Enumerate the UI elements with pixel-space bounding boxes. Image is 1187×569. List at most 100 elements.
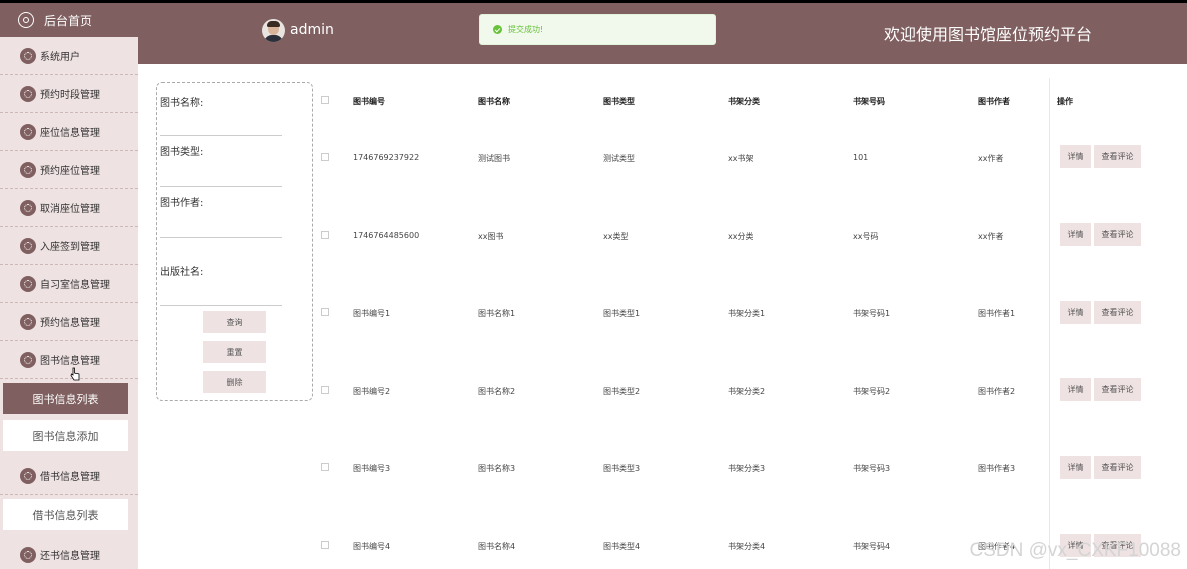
- row-checkbox[interactable]: [321, 386, 329, 394]
- row-checkbox[interactable]: [321, 231, 329, 239]
- cell-shelf-number: 书架号码2: [853, 387, 891, 396]
- username[interactable]: admin: [290, 22, 334, 38]
- sidebar-item-label: 座位信息管理: [40, 128, 100, 139]
- sidebar-sub-borrow-list[interactable]: 借书信息列表: [3, 499, 128, 530]
- sidebar-item-seat-info[interactable]: 座位信息管理: [0, 113, 138, 151]
- detail-button[interactable]: 详情: [1060, 145, 1091, 168]
- book-name-label: 图书名称:: [160, 98, 204, 109]
- book-author-label: 图书作者:: [160, 198, 204, 209]
- success-toast: 提交成功!: [479, 14, 716, 45]
- cell-shelf-category: xx分类: [728, 232, 754, 241]
- sidebar-item-checkin[interactable]: 入座签到管理: [0, 227, 138, 265]
- sidebar-item-label: 借书信息管理: [40, 472, 100, 483]
- book-table: 图书编号 图书名称 图书类型 书架分类 书架号码 图书作者 操作 1746769…: [313, 64, 1187, 569]
- cell-book-type: 图书类型4: [603, 542, 641, 551]
- menu-icon: [20, 47, 36, 64]
- sidebar-item-return[interactable]: 还书信息管理: [0, 536, 138, 569]
- cell-book-name: xx图书: [478, 232, 504, 241]
- row-checkbox[interactable]: [321, 153, 329, 161]
- book-author-input[interactable]: [160, 237, 282, 238]
- menu-icon: [20, 237, 36, 254]
- header-book-name: 图书名称: [478, 97, 510, 106]
- reset-button[interactable]: 重置: [203, 341, 266, 363]
- header-book-id: 图书编号: [353, 97, 385, 106]
- sidebar-item-borrow[interactable]: 借书信息管理: [0, 457, 138, 495]
- cell-book-type: xx类型: [603, 232, 629, 241]
- cell-shelf-category: 书架分类3: [728, 464, 766, 473]
- publisher-label: 出版社名:: [160, 267, 204, 278]
- sidebar-item-label: 预约座位管理: [40, 166, 100, 177]
- row-checkbox[interactable]: [321, 463, 329, 471]
- menu-icon: [20, 161, 36, 178]
- view-comments-button[interactable]: 查看评论: [1094, 456, 1141, 479]
- cell-shelf-category: 书架分类2: [728, 387, 766, 396]
- detail-button[interactable]: 详情: [1060, 378, 1091, 401]
- sidebar-item-label: 入座签到管理: [40, 242, 100, 253]
- cell-author: xx作者: [978, 232, 1004, 241]
- publisher-input[interactable]: [160, 305, 282, 306]
- cell-book-id: 1746764485600: [353, 231, 420, 240]
- search-panel: 图书名称: 图书类型: 图书作者: 出版社名: 查询 重置 删除: [156, 82, 313, 401]
- sidebar: 后台首页 系统用户 预约时段管理 座位信息管理 预约座位管理 取消座位管理 入座…: [0, 3, 138, 569]
- sidebar-sub-book-add[interactable]: 图书信息添加: [3, 420, 128, 451]
- header: admin 提交成功! 欢迎使用图书馆座位预约平台: [138, 3, 1187, 64]
- cell-shelf-number: 书架号码3: [853, 464, 891, 473]
- sidebar-item-book-info[interactable]: 图书信息管理: [0, 341, 138, 379]
- delete-button[interactable]: 删除: [203, 371, 266, 393]
- header-author: 图书作者: [978, 97, 1010, 106]
- sidebar-item-label: 取消座位管理: [40, 204, 100, 215]
- cell-shelf-category: 书架分类1: [728, 309, 766, 318]
- cell-book-name: 图书名称3: [478, 464, 516, 473]
- sidebar-item-seat-booking[interactable]: 预约座位管理: [0, 151, 138, 189]
- menu-icon: [20, 546, 36, 563]
- view-comments-button[interactable]: 查看评论: [1094, 145, 1141, 168]
- sidebar-item-label: 图书信息管理: [40, 356, 100, 367]
- hand-cursor-icon: [70, 367, 80, 381]
- detail-button[interactable]: 详情: [1060, 301, 1091, 324]
- menu-icon: [20, 199, 36, 216]
- sidebar-item-time-slots[interactable]: 预约时段管理: [0, 75, 138, 113]
- sidebar-item-study-room[interactable]: 自习室信息管理: [0, 265, 138, 303]
- cell-book-type: 图书类型2: [603, 387, 641, 396]
- cell-book-name: 图书名称2: [478, 387, 516, 396]
- menu-icon: [20, 85, 36, 102]
- sidebar-sub-book-list[interactable]: 图书信息列表: [3, 383, 128, 414]
- cell-shelf-category: xx书架: [728, 154, 754, 163]
- book-type-input[interactable]: [160, 186, 282, 187]
- sidebar-home[interactable]: 后台首页: [0, 3, 138, 37]
- cell-book-name: 图书名称4: [478, 542, 516, 551]
- avatar[interactable]: [262, 19, 285, 42]
- detail-button[interactable]: 详情: [1060, 223, 1091, 246]
- book-name-input[interactable]: [160, 135, 282, 136]
- sidebar-item-seat-cancel[interactable]: 取消座位管理: [0, 189, 138, 227]
- sidebar-item-label: 系统用户: [40, 52, 80, 63]
- sidebar-item-system-users[interactable]: 系统用户: [0, 37, 138, 75]
- menu-icon: [20, 313, 36, 330]
- detail-button[interactable]: 详情: [1060, 456, 1091, 479]
- select-all-checkbox[interactable]: [321, 96, 329, 104]
- view-comments-button[interactable]: 查看评论: [1094, 378, 1141, 401]
- home-icon: [18, 12, 34, 28]
- view-comments-button[interactable]: 查看评论: [1094, 223, 1141, 246]
- cell-book-type: 图书类型1: [603, 309, 641, 318]
- sidebar-item-label: 还书信息管理: [40, 551, 100, 562]
- watermark: CSDN @vx_CXKF10088: [969, 540, 1181, 561]
- view-comments-button[interactable]: 查看评论: [1094, 301, 1141, 324]
- cell-book-type: 图书类型3: [603, 464, 641, 473]
- cell-shelf-number: 书架号码1: [853, 309, 891, 318]
- query-button[interactable]: 查询: [203, 311, 266, 333]
- menu-icon: [20, 467, 36, 484]
- cell-book-name: 测试图书: [478, 154, 510, 163]
- cell-book-type: 测试类型: [603, 154, 635, 163]
- sidebar-item-label: 自习室信息管理: [40, 280, 110, 291]
- sidebar-home-label: 后台首页: [44, 13, 93, 28]
- row-checkbox[interactable]: [321, 541, 329, 549]
- cell-book-id: 图书编号3: [353, 464, 391, 473]
- cell-book-name: 图书名称1: [478, 309, 516, 318]
- book-type-label: 图书类型:: [160, 147, 204, 158]
- row-checkbox[interactable]: [321, 308, 329, 316]
- sidebar-item-booking-info[interactable]: 预约信息管理: [0, 303, 138, 341]
- menu-icon: [20, 351, 36, 368]
- cell-book-id: 1746769237922: [353, 153, 420, 162]
- cell-author: 图书作者1: [978, 309, 1016, 318]
